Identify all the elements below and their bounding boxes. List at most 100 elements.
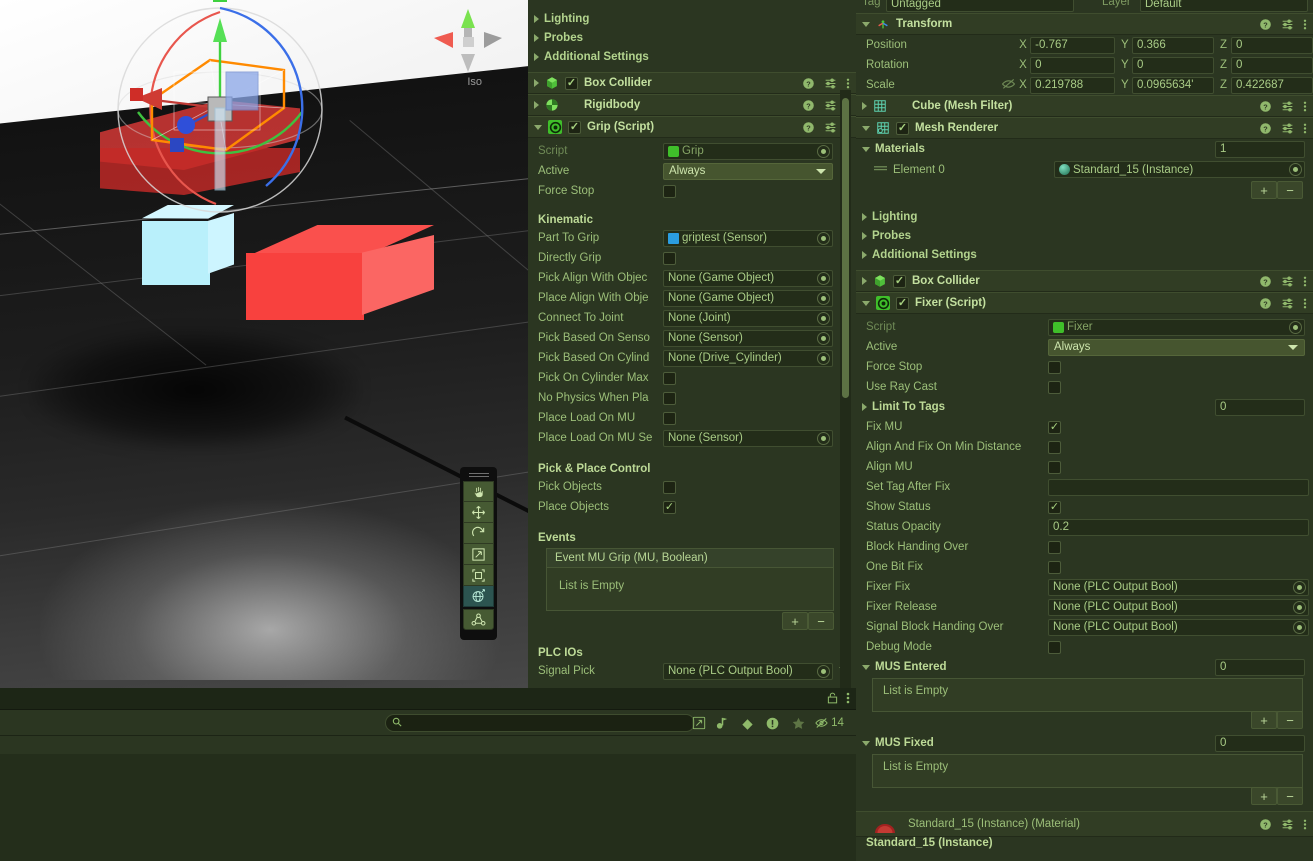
middle-inspector-scroll-thumb[interactable]	[842, 98, 849, 398]
move-tool-icon[interactable]	[463, 502, 494, 523]
pick-based-on-sensor-field[interactable]: None (Sensor)	[663, 329, 833, 347]
component-header-icons[interactable]: ?	[1259, 818, 1307, 831]
mus-entered-list[interactable]: List is Empty	[872, 678, 1303, 712]
drag-handle-icon[interactable]	[874, 163, 887, 176]
constrain-proportions-icon[interactable]	[1001, 78, 1019, 93]
panel-options[interactable]	[827, 691, 850, 708]
place-objects-checkbox[interactable]	[663, 500, 676, 514]
inspector-right-column[interactable]: Tag Untagged Layer Default Transform ? P…	[856, 0, 1313, 861]
fixer-release-field[interactable]: None (PLC Output Bool)	[1048, 598, 1309, 616]
component-header-mesh-renderer[interactable]: Mesh Renderer ?	[856, 117, 1313, 139]
connect-to-joint-field[interactable]: None (Joint)	[663, 309, 833, 327]
filter-by-type-icon[interactable]	[712, 713, 733, 733]
box-collider-enabled-checkbox[interactable]	[893, 274, 906, 288]
position-y-input[interactable]: 0.366	[1131, 36, 1214, 54]
component-header-material[interactable]: Standard_15 (Instance) (Material) ?	[856, 811, 1313, 837]
chevron-right-icon[interactable]	[534, 79, 539, 87]
project-search-input[interactable]	[406, 717, 688, 729]
project-search-box[interactable]	[385, 714, 695, 732]
component-header-icons[interactable]: ?	[1259, 275, 1307, 288]
place-load-on-mu-checkbox[interactable]	[663, 411, 676, 425]
script-object-field[interactable]: Grip	[663, 142, 833, 160]
chevron-down-icon[interactable]	[534, 124, 542, 130]
section-additional-settings[interactable]: Additional Settings	[528, 47, 856, 66]
component-header-icons[interactable]: ?	[1259, 297, 1307, 310]
section-probes[interactable]: Probes	[528, 28, 856, 47]
component-header-grip-script[interactable]: Grip (Script) ?	[528, 116, 856, 138]
object-picker-icon[interactable]	[817, 431, 830, 445]
inspector-middle-column[interactable]: Lighting Probes Additional Settings Box …	[528, 0, 856, 688]
force-stop-checkbox[interactable]	[663, 184, 676, 198]
layer-field[interactable]: Default	[1140, 0, 1308, 12]
component-header-box-collider-right[interactable]: Box Collider ?	[856, 270, 1313, 292]
remove-material-button[interactable]: −	[1277, 181, 1303, 199]
fixer-force-stop-checkbox[interactable]	[1048, 360, 1061, 374]
scale-tool-icon[interactable]	[463, 544, 494, 565]
scene-tool-palette[interactable]	[460, 467, 497, 640]
no-physics-when-placed-checkbox[interactable]	[663, 391, 676, 405]
debug-mode-checkbox[interactable]	[1048, 640, 1061, 654]
object-picker-icon[interactable]	[817, 664, 830, 678]
error-filter-icon[interactable]	[762, 713, 783, 733]
use-ray-cast-checkbox[interactable]	[1048, 380, 1061, 394]
material-element-row[interactable]: Element 0 Standard_15 (Instance)	[856, 159, 1313, 180]
object-picker-icon[interactable]	[817, 231, 830, 245]
add-mus-entered-button[interactable]: +	[1251, 711, 1277, 729]
project-content-area[interactable]	[0, 754, 856, 861]
active-dropdown[interactable]: Always	[663, 162, 833, 180]
limit-to-tags-count-input[interactable]: 0	[1215, 398, 1305, 416]
object-picker-icon[interactable]	[817, 351, 830, 365]
component-header-fixer-script[interactable]: Fixer (Script) ?	[856, 292, 1313, 314]
event-mu-grip-list[interactable]: Event MU Grip (MU, Boolean) List is Empt…	[546, 548, 834, 611]
chevron-down-icon[interactable]	[862, 300, 870, 306]
scene-view[interactable]: Iso	[0, 0, 528, 688]
signal-pick-field[interactable]: None (PLC Output Bool)	[663, 662, 833, 680]
component-header-mesh-filter[interactable]: Cube (Mesh Filter) ?	[856, 95, 1313, 117]
pick-based-on-cylinder-field[interactable]: None (Drive_Cylinder)	[663, 349, 833, 367]
cyan-box-object[interactable]	[142, 205, 234, 285]
transform-tool-icon[interactable]	[463, 586, 494, 607]
pick-on-cylinder-max-checkbox[interactable]	[663, 371, 676, 385]
object-picker-icon[interactable]	[817, 144, 830, 158]
box-collider-enabled-checkbox[interactable]	[565, 76, 578, 90]
material-element-field[interactable]: Standard_15 (Instance)	[1054, 161, 1305, 178]
section-lighting[interactable]: Lighting	[528, 9, 856, 28]
palette-drag-handle[interactable]	[468, 470, 489, 479]
section-additional-settings-right[interactable]: Additional Settings	[856, 245, 1313, 264]
place-load-on-mu-sensor-field[interactable]: None (Sensor)	[663, 429, 833, 447]
scale-y-input[interactable]: 0.0965634'	[1131, 76, 1214, 94]
rect-tool-icon[interactable]	[463, 565, 494, 586]
hidden-objects-counter[interactable]: 14	[806, 713, 852, 733]
show-status-checkbox[interactable]	[1048, 500, 1061, 514]
tag-layer-row[interactable]: Tag Untagged Layer Default	[856, 0, 1313, 13]
align-and-fix-on-min-distance-checkbox[interactable]	[1048, 440, 1061, 454]
grip-enabled-checkbox[interactable]	[568, 120, 581, 134]
one-bit-fix-checkbox[interactable]	[1048, 560, 1061, 574]
component-header-icons[interactable]: ?	[1259, 100, 1307, 113]
limit-to-tags-foldout[interactable]: Limit To Tags 0	[856, 397, 1313, 417]
materials-count-input[interactable]: 1	[1215, 140, 1305, 158]
more-options-icon[interactable]	[846, 691, 850, 708]
materials-foldout[interactable]: Materials 1	[856, 139, 1313, 159]
remove-mus-entered-button[interactable]: −	[1277, 711, 1303, 729]
section-lighting-right[interactable]: Lighting	[856, 207, 1313, 226]
component-header-icons[interactable]: ?	[802, 77, 850, 90]
mus-fixed-count-input[interactable]: 0	[1215, 734, 1305, 752]
mus-fixed-list[interactable]: List is Empty	[872, 754, 1303, 788]
component-header-box-collider[interactable]: Box Collider ?	[528, 72, 856, 94]
scale-z-input[interactable]: 0.422687	[1230, 76, 1313, 94]
fixer-script-field[interactable]: Fixer	[1048, 318, 1305, 336]
chevron-down-icon[interactable]	[862, 21, 870, 27]
rotation-z-input[interactable]: 0	[1230, 56, 1313, 74]
remove-mus-fixed-button[interactable]: −	[1277, 787, 1303, 805]
hand-tool-icon[interactable]	[463, 481, 494, 502]
chevron-right-icon[interactable]	[862, 277, 867, 285]
directly-grip-checkbox[interactable]	[663, 251, 676, 265]
component-header-icons[interactable]: ?	[1259, 18, 1307, 31]
rotation-x-input[interactable]: 0	[1030, 56, 1115, 74]
fixer-fix-field[interactable]: None (PLC Output Bool)	[1048, 578, 1309, 596]
mus-fixed-foldout[interactable]: MUS Fixed 0	[856, 733, 1313, 753]
object-picker-icon[interactable]	[1289, 163, 1302, 176]
object-picker-icon[interactable]	[817, 271, 830, 285]
status-opacity-input[interactable]: 0.2	[1048, 518, 1309, 536]
